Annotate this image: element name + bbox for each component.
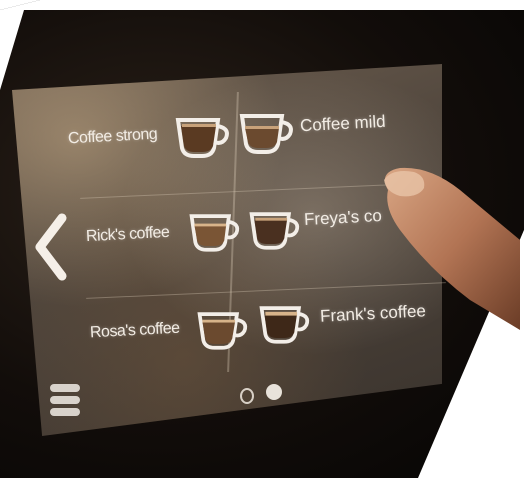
page-dot-1[interactable] [240,388,254,404]
coffee-cup-icon [197,312,248,350]
coffee-cup-icon [259,306,310,344]
finger-photo [384,167,520,330]
page-dot-2-active[interactable] [266,384,282,400]
coffee-cup-icon [249,212,300,250]
back-arrow-icon[interactable] [30,212,70,282]
coffee-cup-icon [175,118,229,158]
photo-scene: Coffee strong Coffee mild Rick's coffee [0,0,524,478]
menu-icon[interactable] [48,380,82,420]
coffee-cup-icon [239,114,293,154]
coffee-cup-icon [189,214,240,252]
